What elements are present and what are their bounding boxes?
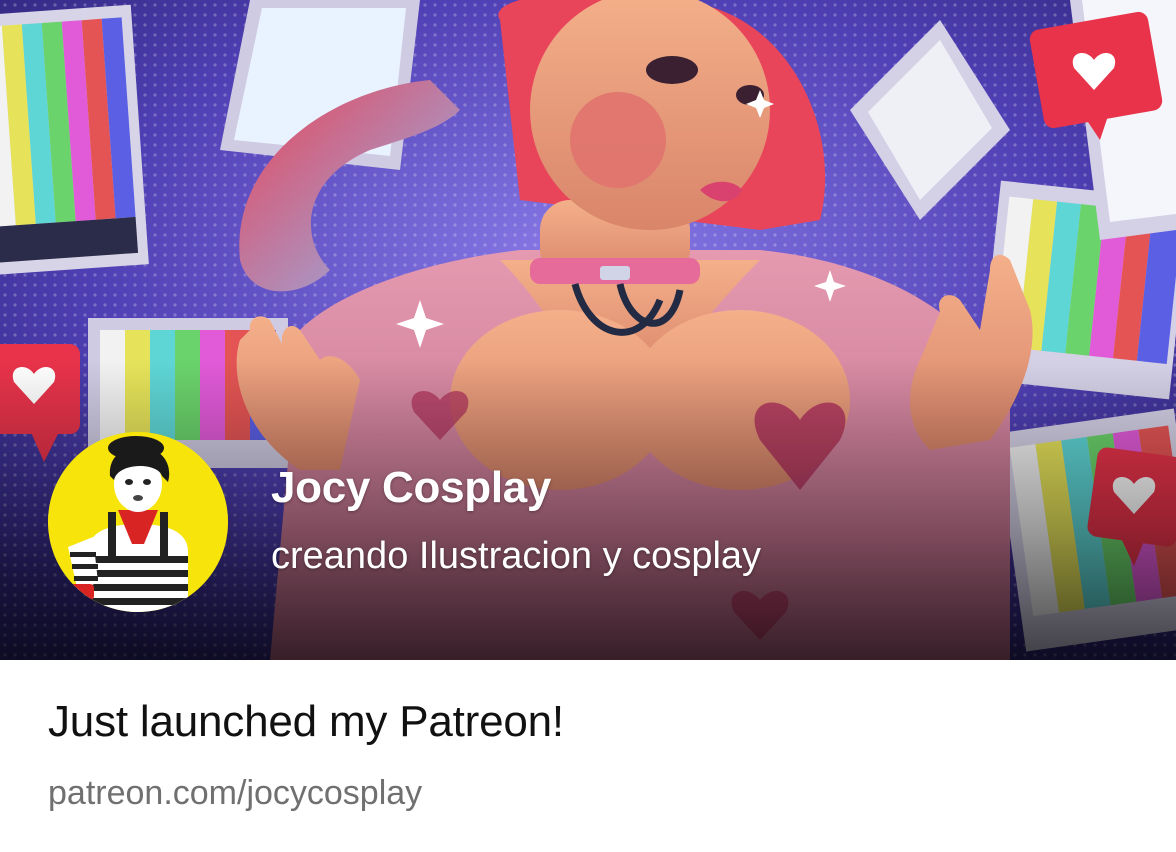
cover-banner: Jocy Cosplay creando Ilustracion y cospl…	[0, 0, 1176, 660]
avatar[interactable]	[48, 432, 228, 612]
link-preview-card[interactable]: Jocy Cosplay creando Ilustracion y cospl…	[0, 0, 1176, 852]
post-title[interactable]: Just launched my Patreon!	[48, 696, 564, 748]
creator-name[interactable]: Jocy Cosplay	[271, 460, 551, 516]
post-url[interactable]: patreon.com/jocycosplay	[48, 772, 422, 814]
avatar-image	[48, 432, 228, 612]
creator-tagline: creando Ilustracion y cosplay	[271, 535, 762, 577]
tv-monitor-left-top	[0, 4, 149, 276]
